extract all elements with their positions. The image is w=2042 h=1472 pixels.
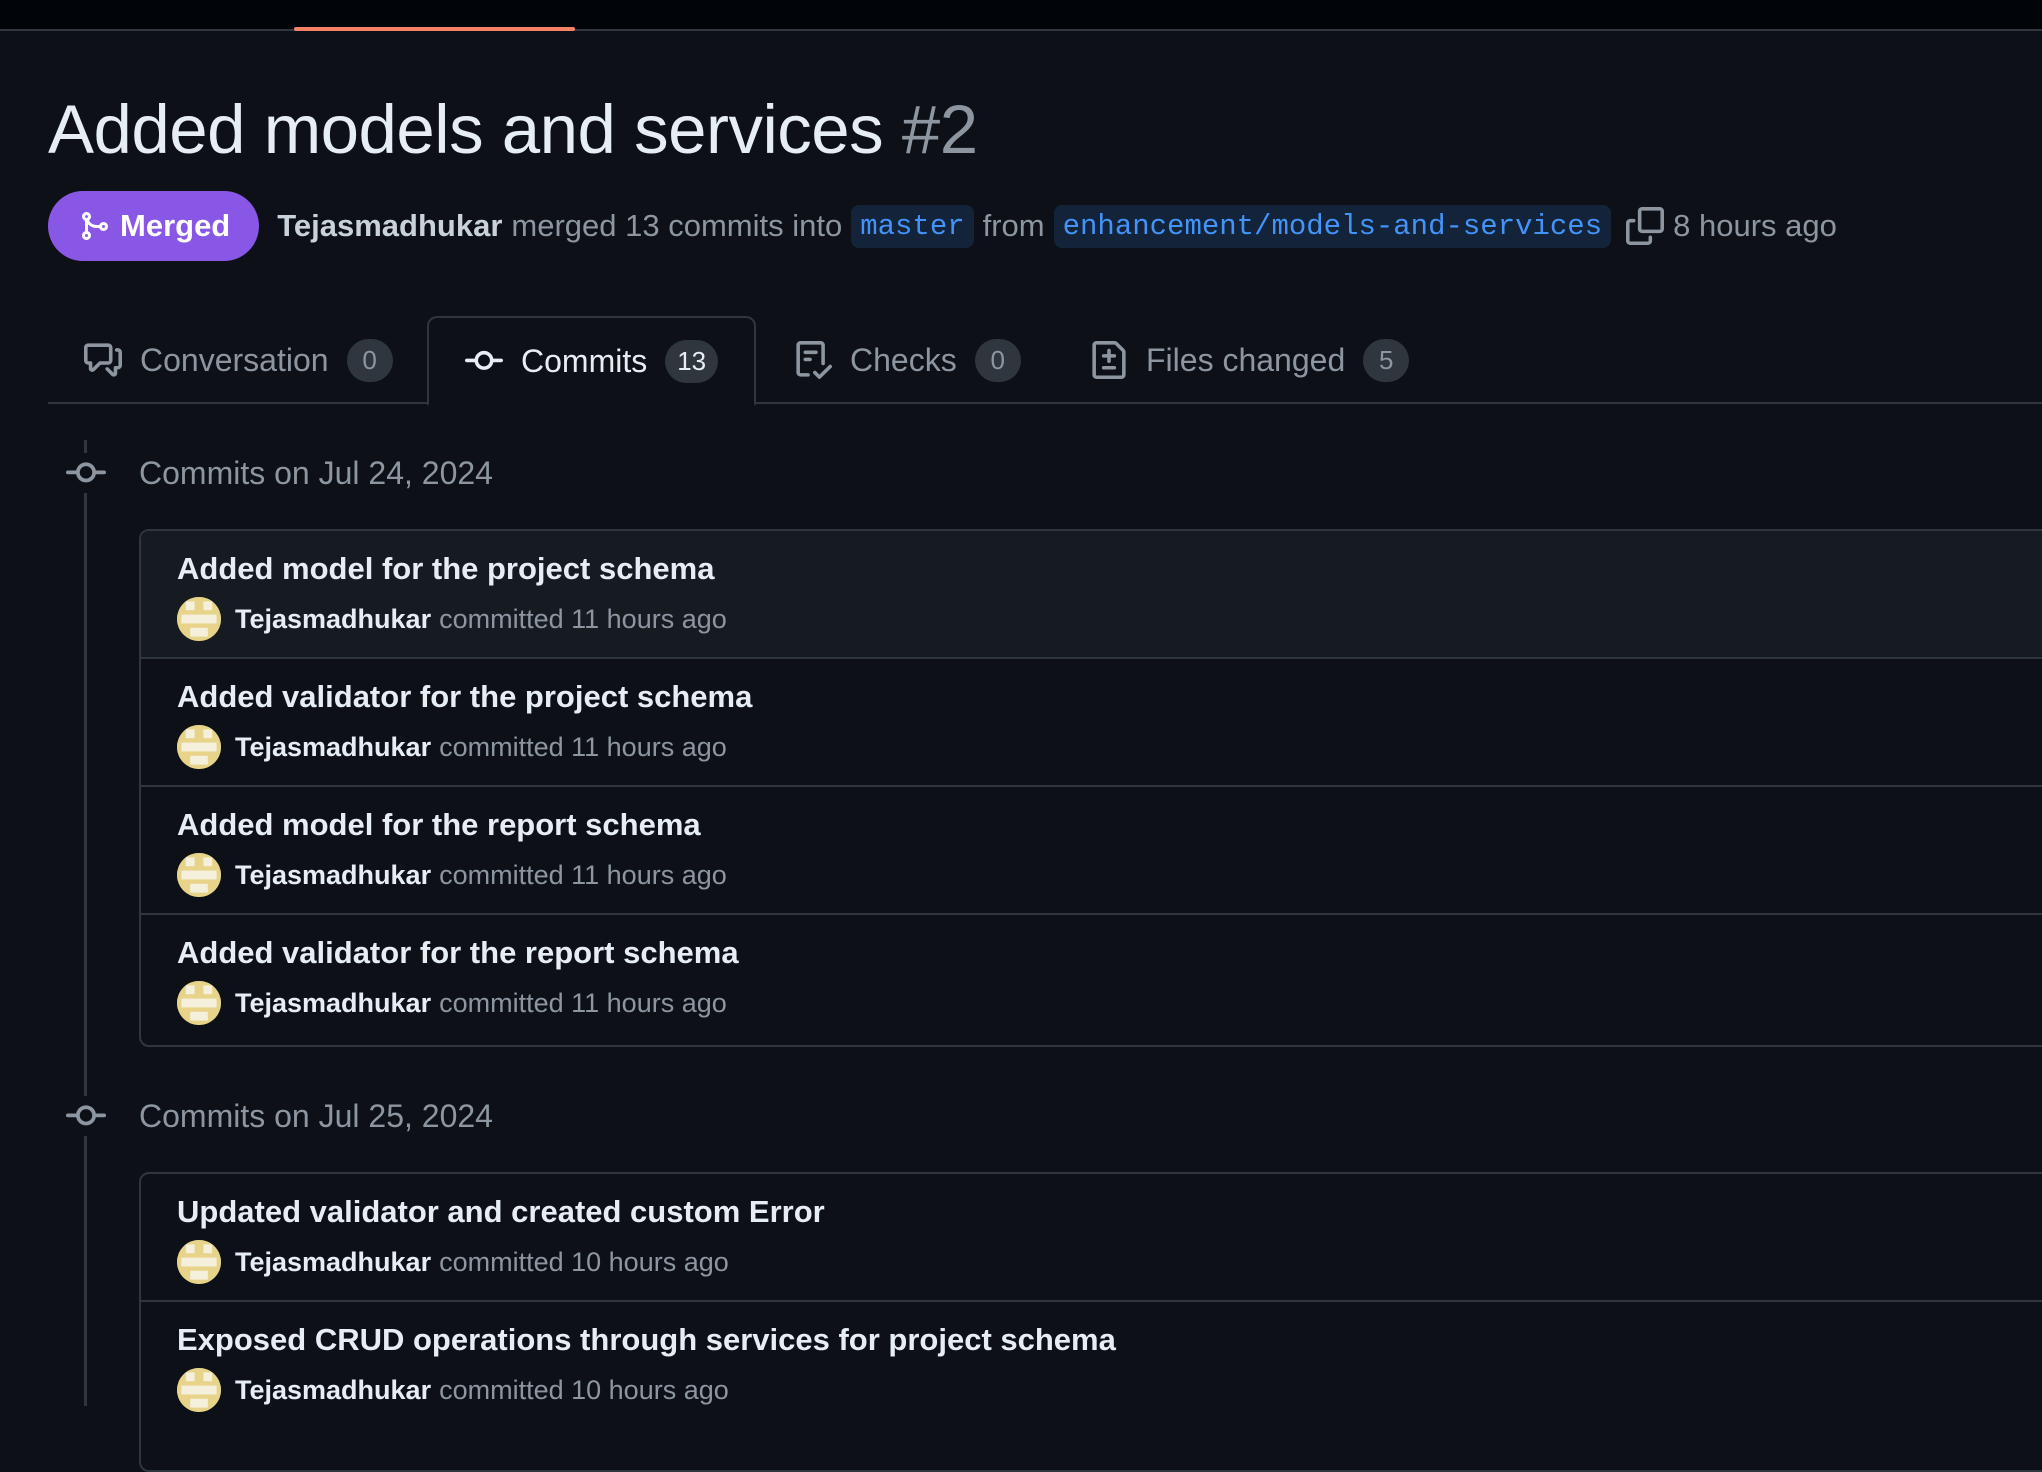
- commit-list: Added model for the project schema Tejas…: [139, 529, 2042, 1047]
- identicon-icon: [177, 1368, 221, 1412]
- commit-row: Added model for the report schema Tejasm…: [141, 787, 2042, 915]
- commit-author-link[interactable]: Tejasmadhukar: [235, 860, 431, 891]
- commit-list: Updated validator and created custom Err…: [139, 1172, 2042, 1472]
- commit-meta: Tejasmadhukar committed 11 hours ago: [177, 597, 727, 641]
- pr-title-text: Added models and services: [48, 91, 884, 168]
- identicon-icon: [177, 1240, 221, 1284]
- avatar[interactable]: [177, 981, 221, 1025]
- identicon-icon: [177, 853, 221, 897]
- commit-row: Added model for the project schema Tejas…: [141, 531, 2042, 659]
- identicon-icon: [177, 981, 221, 1025]
- tab-conversation-label: Conversation: [140, 341, 329, 378]
- pr-time: 8 hours ago: [1673, 208, 1837, 243]
- tab-commits-label: Commits: [521, 342, 648, 379]
- commit-author-link[interactable]: Tejasmadhukar: [235, 732, 431, 763]
- pr-title: Added models and services #2: [48, 90, 978, 169]
- pr-meta: Merged Tejasmadhukar merged 13 commits i…: [48, 191, 1837, 261]
- git-commit-icon: [66, 1105, 106, 1126]
- commit-title-link[interactable]: Added model for the project schema: [177, 551, 714, 587]
- from-text: from: [982, 208, 1045, 243]
- commit-author-link[interactable]: Tejasmadhukar: [235, 1247, 431, 1278]
- git-commit-icon: [66, 462, 106, 483]
- identicon-icon: [177, 725, 221, 769]
- commit-author-link[interactable]: Tejasmadhukar: [235, 604, 431, 635]
- commit-title-link[interactable]: Added model for the report schema: [177, 807, 701, 843]
- pr-author-link[interactable]: Tejasmadhukar: [277, 208, 502, 244]
- timeline-node: [66, 1096, 106, 1136]
- commit-row: Added validator for the project schema T…: [141, 659, 2042, 787]
- commit-time: committed 11 hours ago: [439, 987, 727, 1018]
- commit-group-date: Commits on Jul 24, 2024: [139, 454, 493, 491]
- avatar[interactable]: [177, 1368, 221, 1412]
- commit-meta: Tejasmadhukar committed 11 hours ago: [177, 725, 727, 769]
- tab-conversation[interactable]: Conversation 0: [84, 316, 393, 404]
- head-branch-link[interactable]: enhancement/models-and-services: [1053, 204, 1612, 248]
- tab-commits[interactable]: Commits 13: [427, 316, 757, 406]
- commit-time: committed 10 hours ago: [439, 1374, 729, 1405]
- pr-action-text: merged 13 commits into: [511, 208, 843, 243]
- tab-files-changed-label: Files changed: [1146, 341, 1346, 378]
- tab-commits-count: 13: [665, 339, 719, 383]
- timeline-node: [66, 453, 106, 493]
- file-diff-icon: [1092, 341, 1126, 379]
- merged-status-label: Merged: [120, 208, 231, 243]
- pr-tabs: Conversation 0 Commits 13 Checks 0 Files…: [48, 316, 2042, 406]
- tab-checks-label: Checks: [850, 341, 957, 378]
- git-merge-icon: [82, 212, 109, 240]
- pr-number: #2: [901, 91, 978, 168]
- commit-time: committed 10 hours ago: [439, 1246, 729, 1277]
- commit-meta: Tejasmadhukar committed 11 hours ago: [177, 853, 727, 897]
- avatar[interactable]: [177, 1240, 221, 1284]
- commit-author-link[interactable]: Tejasmadhukar: [235, 1375, 431, 1406]
- checklist-icon: [796, 341, 832, 379]
- commit-time: committed 11 hours ago: [439, 859, 727, 890]
- commit-row: Updated validator and created custom Err…: [141, 1174, 2042, 1302]
- commit-title-link[interactable]: Added validator for the project schema: [177, 679, 752, 715]
- merged-status-badge: Merged: [48, 191, 260, 261]
- commit-title-link[interactable]: Added validator for the report schema: [177, 935, 739, 971]
- commit-title-link[interactable]: Updated validator and created custom Err…: [177, 1194, 825, 1230]
- git-commit-icon: [465, 350, 503, 370]
- commit-row: Exposed CRUD operations through services…: [141, 1302, 2042, 1430]
- timeline-line: [84, 440, 87, 1406]
- commit-meta: Tejasmadhukar committed 10 hours ago: [177, 1240, 729, 1284]
- comment-discussion-icon: [84, 343, 122, 377]
- commit-title-link[interactable]: Exposed CRUD operations through services…: [177, 1322, 1116, 1358]
- tab-conversation-count: 0: [346, 338, 393, 382]
- tab-checks[interactable]: Checks 0: [794, 316, 1021, 404]
- commit-author-link[interactable]: Tejasmadhukar: [235, 988, 431, 1019]
- identicon-icon: [177, 597, 221, 641]
- commit-group-header: Commits on Jul 25, 2024: [66, 1086, 493, 1146]
- avatar[interactable]: [177, 725, 221, 769]
- avatar[interactable]: [177, 597, 221, 641]
- tab-checks-count: 0: [974, 338, 1021, 382]
- commit-row: Added validator for the report schema Te…: [141, 915, 2042, 1043]
- top-nav-bar: [0, 0, 2042, 31]
- avatar[interactable]: [177, 853, 221, 897]
- tab-files-changed-count: 5: [1363, 338, 1410, 382]
- commit-meta: Tejasmadhukar committed 11 hours ago: [177, 981, 727, 1025]
- commit-group-header: Commits on Jul 24, 2024: [66, 443, 493, 503]
- base-branch-link[interactable]: master: [851, 204, 974, 248]
- commit-meta: Tejasmadhukar committed 10 hours ago: [177, 1368, 729, 1412]
- commit-time: committed 11 hours ago: [439, 603, 727, 634]
- active-nav-underline: [294, 27, 575, 31]
- copy-icon[interactable]: [1626, 207, 1665, 245]
- tab-files-changed[interactable]: Files changed 5: [1090, 316, 1410, 404]
- commit-time: committed 11 hours ago: [439, 731, 727, 762]
- commit-group-date: Commits on Jul 25, 2024: [139, 1097, 493, 1134]
